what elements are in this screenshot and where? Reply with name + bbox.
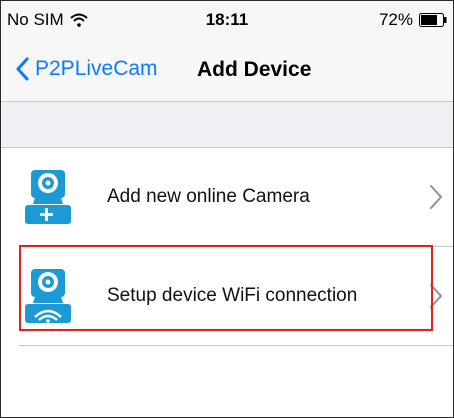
status-bar: No SIM 18:11 72% [1, 1, 453, 37]
row-label: Add new online Camera [107, 186, 310, 207]
camera-wifi-icon [25, 269, 71, 323]
add-online-camera-row[interactable]: Add new online Camera [1, 148, 453, 246]
setup-wifi-connection-row[interactable]: Setup device WiFi connection [1, 247, 453, 345]
row-separator [19, 345, 453, 346]
back-button-label: P2PLiveCam [35, 57, 158, 80]
battery-icon [419, 13, 447, 27]
row-label: Setup device WiFi connection [107, 285, 358, 306]
camera-add-icon [25, 170, 71, 224]
back-button[interactable]: P2PLiveCam [15, 51, 158, 87]
page-title: Add Device [197, 58, 312, 81]
chevron-right-icon [430, 185, 442, 209]
navigation-bar: P2PLiveCam Add Device [1, 37, 453, 102]
chevron-right-icon [430, 284, 442, 308]
phone-screen: No SIM 18:11 72% P2PLiveCam Add Device A… [0, 0, 454, 418]
battery-percent: 72% [378, 10, 413, 29]
status-battery-group: 72% [379, 10, 447, 30]
section-header-spacer [1, 102, 453, 148]
chevron-back-icon [16, 57, 29, 81]
